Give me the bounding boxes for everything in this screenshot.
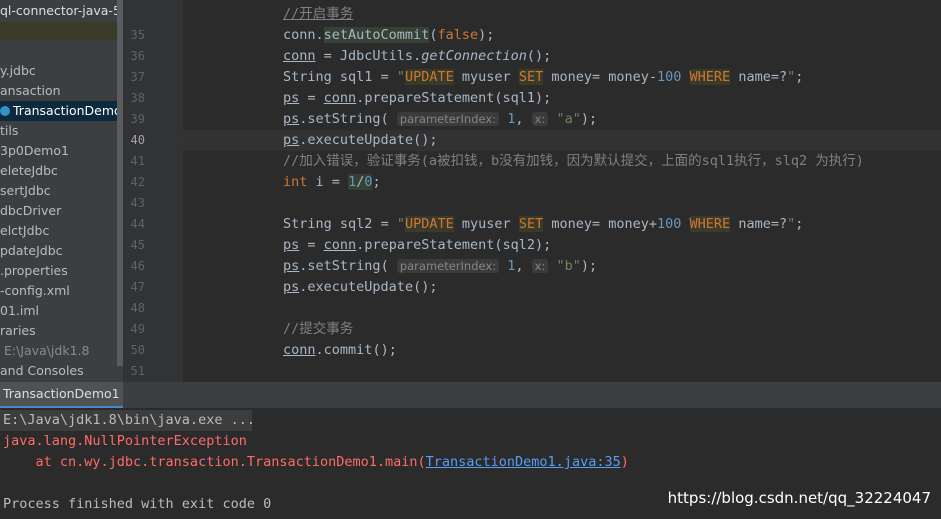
run-tab-label: TransactionDemo1: [3, 386, 120, 401]
console-exception: java.lang.NullPointerException: [3, 433, 247, 449]
code-line-47[interactable]: ps.executeUpdate();: [283, 277, 437, 298]
code-line-35[interactable]: conn.setAutoCommit(false);: [283, 25, 494, 46]
code-line-49[interactable]: //提交事务: [283, 319, 353, 340]
java-class-icon: [0, 106, 10, 116]
tree-item-jdbc[interactable]: y.jdbc: [0, 61, 36, 81]
line-number: 49: [130, 322, 145, 336]
line-number: 35: [130, 28, 145, 42]
tree-item-utils[interactable]: tils: [0, 121, 18, 141]
code-line-34[interactable]: //开启事务: [283, 4, 353, 25]
line-number: 42: [130, 175, 145, 189]
line-number: 38: [130, 91, 145, 105]
tree-item-selectjdbc[interactable]: elctJdbc: [0, 221, 49, 241]
line-number: 50: [130, 343, 145, 357]
param-hint: x:: [531, 259, 549, 273]
line-number: 46: [130, 259, 145, 273]
param-hint: parameterIndex:: [396, 259, 500, 273]
stacktrace-link[interactable]: TransactionDemo1.java:35: [426, 454, 621, 470]
line-number: 43: [130, 196, 145, 210]
tree-item-properties[interactable]: .properties: [0, 261, 68, 281]
code-line-44[interactable]: String sql2 = "UPDATE myuser SET money= …: [283, 214, 803, 235]
line-number: 39: [130, 112, 145, 126]
tree-item-jdk[interactable]: E:\Java\jdk1.8: [4, 341, 89, 361]
tree-highlight-row[interactable]: [0, 22, 117, 40]
tree-jar-item[interactable]: ql-connector-java-5.0.8-bin.jar: [0, 1, 123, 21]
line-number: 51: [130, 364, 145, 378]
code-line-45[interactable]: ps = conn.prepareStatement(sql2);: [283, 235, 551, 256]
tree-item-libraries[interactable]: raries: [0, 321, 36, 341]
tree-item-transaction[interactable]: ansaction: [0, 81, 61, 101]
run-tool-window-tabs: [0, 382, 941, 409]
code-line-40[interactable]: ps.executeUpdate();: [283, 130, 437, 151]
line-number: 48: [130, 301, 145, 315]
param-hint: x:: [531, 112, 549, 126]
tree-item-scratches[interactable]: and Consoles: [0, 361, 84, 381]
code-line-39[interactable]: ps.setString( parameterIndex: 1, x: "a")…: [283, 109, 597, 130]
code-line-46[interactable]: ps.setString( parameterIndex: 1, x: "b")…: [283, 256, 597, 277]
line-number: 37: [130, 70, 145, 84]
code-line-38[interactable]: ps = conn.prepareStatement(sql1);: [283, 88, 551, 109]
line-number: 44: [130, 217, 145, 231]
console-stacktrace: at cn.wy.jdbc.transaction.TransactionDem…: [3, 454, 629, 470]
tree-item-jdbcdriver[interactable]: dbcDriver: [0, 201, 61, 221]
tree-item-insertjdbc[interactable]: sertJdbc: [0, 181, 51, 201]
tree-item-updatejdbc[interactable]: pdateJdbc: [0, 241, 63, 261]
code-line-41[interactable]: //加入错误，验证事务(a被扣钱，b没有加钱，因为默认提交，上面的sql1执行，…: [283, 151, 864, 172]
tree-item-c3p0demo1[interactable]: 3p0Demo1: [0, 141, 69, 161]
console-command: E:\Java\jdk1.8\bin\java.exe ...: [3, 412, 255, 428]
project-tree: ql-connector-java-5.0.8-bin.jar y.jdbc a…: [0, 0, 123, 382]
tree-item-iml[interactable]: 01.iml: [0, 301, 39, 321]
line-number: 47: [130, 280, 145, 294]
code-line-42[interactable]: int i = 1/0;: [283, 172, 381, 193]
tree-item-config-xml[interactable]: -config.xml: [0, 281, 70, 301]
param-hint: parameterIndex:: [396, 112, 500, 126]
watermark: https://blog.csdn.net/qq_32224047: [667, 489, 931, 507]
code-line-36[interactable]: conn = JdbcUtils.getConnection();: [283, 46, 551, 67]
tree-item-transactiondemo1[interactable]: TransactionDemo1: [0, 101, 123, 121]
line-number: 45: [130, 238, 145, 252]
line-number: 36: [130, 49, 145, 63]
line-number: 41: [130, 154, 145, 168]
code-line-50[interactable]: conn.commit();: [283, 340, 397, 361]
tree-item-deletejdbc[interactable]: eleteJdbc: [0, 161, 58, 181]
code-line-37[interactable]: String sql1 = "UPDATE myuser SET money= …: [283, 67, 803, 88]
console-exit: Process finished with exit code 0: [3, 496, 272, 512]
line-number-current: 40: [130, 133, 145, 147]
